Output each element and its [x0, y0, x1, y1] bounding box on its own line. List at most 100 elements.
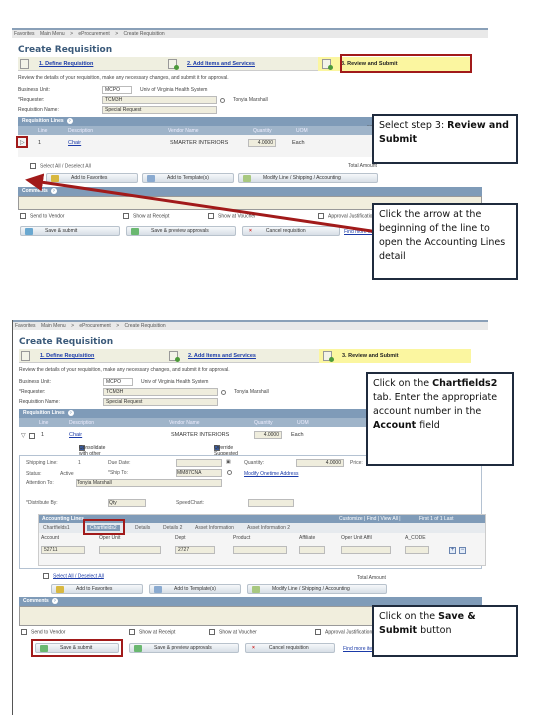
checkbox[interactable]	[315, 629, 321, 635]
show-at-voucher-option[interactable]: Show at Voucher	[208, 213, 256, 219]
checkbox-label: Send to Vendor	[30, 213, 65, 220]
remove-row-icon[interactable]: −	[459, 547, 466, 554]
collapse-arrow-icon[interactable]: ▽	[21, 432, 26, 439]
due-date-field[interactable]	[176, 459, 222, 467]
cancel-requisition-button[interactable]: × Cancel requisition	[242, 226, 340, 236]
checkbox[interactable]	[21, 629, 27, 635]
help-icon[interactable]: ?	[67, 410, 74, 416]
req-name-field[interactable]: Special Request	[102, 106, 217, 114]
business-unit-field[interactable]: MCPO	[103, 378, 133, 386]
step-define-link[interactable]: 1. Define Requisition	[39, 61, 93, 67]
tab-chartfields1[interactable]: Chartfields1	[43, 525, 70, 531]
send-to-vendor-option[interactable]: Send to Vendor	[21, 629, 65, 635]
select-all-checkbox[interactable]	[43, 573, 49, 579]
cancel-requisition-button[interactable]: × Cancel requisition	[245, 643, 335, 653]
account-field[interactable]: 52711	[41, 546, 85, 554]
checkbox[interactable]	[129, 629, 135, 635]
select-all-row[interactable]: Select All / Deselect All	[43, 573, 104, 579]
help-icon[interactable]: ?	[50, 188, 57, 194]
breadcrumb-eprocurement[interactable]: eProcurement	[79, 323, 110, 329]
line-quantity-field[interactable]: 4.0000	[254, 431, 282, 439]
breadcrumb-eprocurement[interactable]: eProcurement	[78, 31, 109, 37]
approval-justification-option[interactable]: Approval Justification	[318, 213, 375, 219]
oper-unit-field[interactable]	[99, 546, 161, 554]
save-preview-button[interactable]: Save & preview approvals	[129, 643, 239, 653]
oper-unit-affil-field[interactable]	[341, 546, 391, 554]
search-icon[interactable]	[220, 97, 225, 103]
product-field[interactable]	[233, 546, 287, 554]
search-icon[interactable]	[227, 470, 232, 475]
tab-asset-information[interactable]: Asset Information	[195, 525, 234, 531]
line-checkbox[interactable]	[29, 433, 35, 439]
checkbox[interactable]	[20, 213, 26, 219]
help-icon[interactable]: ?	[51, 598, 58, 604]
show-at-receipt-option[interactable]: Show at Receipt	[123, 213, 169, 219]
ship-to-field[interactable]: MM87CNA	[176, 469, 222, 477]
select-all-row[interactable]: Select All / Deselect All	[30, 163, 91, 169]
show-at-voucher-option[interactable]: Show at Voucher	[209, 629, 257, 635]
req-name-field[interactable]: Special Request	[103, 398, 218, 406]
breadcrumb-create-requisition[interactable]: Create Requisition	[125, 323, 166, 329]
preview-icon	[131, 227, 139, 235]
business-unit-field[interactable]: MCPO	[102, 86, 132, 94]
breadcrumb-favorites[interactable]: Favorites	[15, 323, 36, 329]
affiliate-field[interactable]	[299, 546, 325, 554]
ship-quantity-field[interactable]: 4.0000	[296, 459, 344, 467]
help-icon[interactable]: ?	[66, 118, 73, 124]
requester-field[interactable]: TCM3H	[103, 388, 218, 396]
step-add-items[interactable]: 2. Add Items and Services	[169, 349, 256, 363]
add-to-template-button[interactable]: Add to Template(s)	[142, 173, 234, 183]
checkbox[interactable]	[208, 213, 214, 219]
speedchart-field[interactable]	[248, 499, 294, 507]
step-define[interactable]: 1. Define Requisition	[20, 57, 93, 71]
col-oper-unit-affil: Oper Unit Affil	[341, 535, 372, 541]
select-all-label[interactable]: Select All / Deselect All	[53, 573, 104, 579]
modify-line-button[interactable]: Modify Line / Shipping / Accounting	[247, 584, 387, 594]
add-to-favorites-button[interactable]: Add to Favorites	[46, 173, 138, 183]
search-icon[interactable]	[221, 389, 226, 395]
distribute-by-select[interactable]: Qty	[108, 499, 146, 507]
breadcrumb-main-menu[interactable]: Main Menu	[40, 31, 65, 37]
step-define-link[interactable]: 1. Define Requisition	[40, 353, 94, 359]
accounting-nav-links[interactable]: Customize | Find | View All |	[339, 515, 401, 523]
document-icon	[21, 351, 30, 361]
modify-line-button[interactable]: Modify Line / Shipping / Accounting	[238, 173, 378, 183]
step-review-submit[interactable]: 3. Review and Submit	[319, 349, 471, 363]
select-all-checkbox[interactable]	[30, 163, 36, 169]
attention-field[interactable]: Tonyia Marshall	[76, 479, 222, 487]
checkbox[interactable]	[123, 213, 129, 219]
checkbox[interactable]	[209, 629, 215, 635]
accounting-pager[interactable]: First 1 of 1 Last	[419, 515, 453, 523]
callout-text: Click the arrow at the beginning of the …	[379, 209, 506, 262]
breadcrumb-create-requisition[interactable]: Create Requisition	[124, 31, 165, 37]
tab-details[interactable]: Details	[135, 525, 150, 531]
modify-address-link[interactable]: Modify Onetime Address	[244, 471, 298, 477]
checkbox[interactable]	[318, 213, 324, 219]
show-at-receipt-option[interactable]: Show at Receipt	[129, 629, 175, 635]
step-add-items-link[interactable]: 2. Add Items and Services	[187, 61, 255, 67]
modify-icon	[243, 174, 251, 182]
save-submit-button[interactable]: Save & submit	[20, 226, 120, 236]
approval-justification-option[interactable]: Approval Justification	[315, 629, 372, 635]
step-define[interactable]: 1. Define Requisition	[21, 349, 94, 363]
calendar-icon[interactable]: ▣	[226, 459, 231, 465]
step-add-items-link[interactable]: 2. Add Items and Services	[188, 353, 256, 359]
add-row-icon[interactable]: +	[449, 547, 456, 554]
breadcrumb-main-menu[interactable]: Main Menu	[41, 323, 66, 329]
requester-field[interactable]: TCM3H	[102, 96, 217, 104]
line-quantity-field[interactable]: 4.0000	[248, 139, 276, 147]
accounting-title: Accounting Lines	[42, 516, 84, 522]
a-code-field[interactable]	[405, 546, 429, 554]
line-description-link[interactable]: Chair	[69, 432, 82, 438]
step-add-items[interactable]: 2. Add Items and Services	[168, 57, 255, 71]
save-preview-button[interactable]: Save & preview approvals	[126, 226, 236, 236]
dept-field[interactable]: 2727	[175, 546, 215, 554]
breadcrumb-favorites[interactable]: Favorites	[14, 31, 35, 37]
line-description-link[interactable]: Chair	[68, 140, 81, 146]
add-to-template-button[interactable]: Add to Template(s)	[149, 584, 241, 594]
tab-asset-information-2[interactable]: Asset Information 2	[247, 525, 290, 531]
checkbox-label: Approval Justification	[325, 629, 373, 636]
add-to-favorites-button[interactable]: Add to Favorites	[51, 584, 143, 594]
tab-details-2[interactable]: Details 2	[163, 525, 182, 531]
send-to-vendor-option[interactable]: Send to Vendor	[20, 213, 64, 219]
